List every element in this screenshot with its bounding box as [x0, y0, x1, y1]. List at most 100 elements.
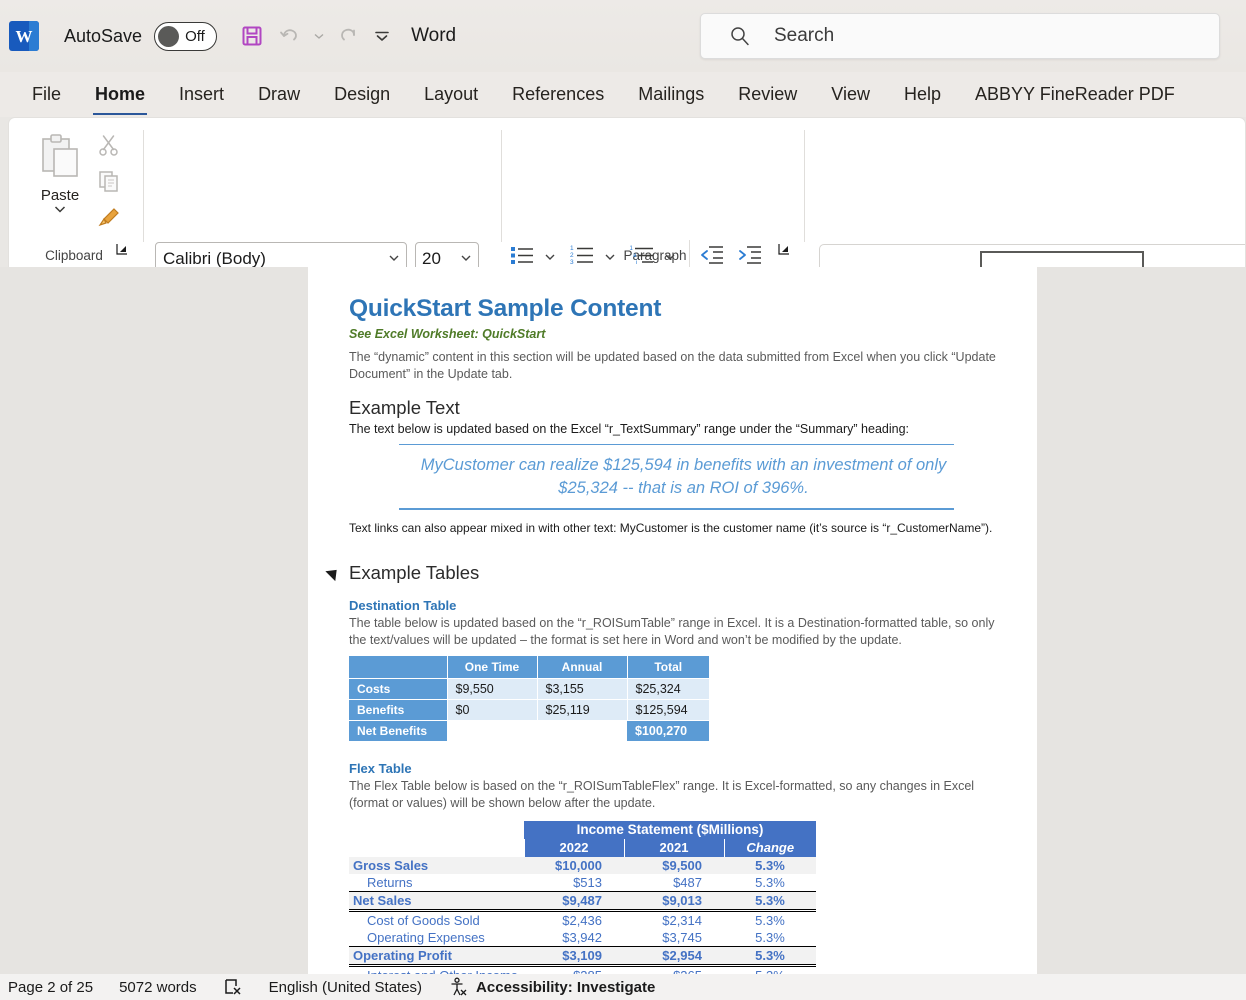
- flex-table-heading: Flex Table: [349, 761, 412, 777]
- table-row: Net Benefits $100,270: [349, 720, 709, 742]
- mixed-text-paragraph: Text links can also appear mixed in with…: [349, 520, 993, 535]
- ribbon-divider: [143, 130, 144, 242]
- word-logo-letter: W: [15, 26, 33, 46]
- numbered-list-button[interactable]: 123: [567, 243, 597, 267]
- tab-help[interactable]: Help: [890, 80, 955, 109]
- tab-design[interactable]: Design: [320, 80, 404, 109]
- tab-references[interactable]: References: [498, 80, 618, 109]
- flex-row-4-cell-1: $3,745: [662, 929, 702, 945]
- example-tables-heading: Example Tables: [349, 561, 480, 583]
- example-text-note: The text below is updated based on the E…: [349, 421, 910, 436]
- quote-text: MyCustomer can realize $125,594 in benef…: [420, 455, 947, 498]
- autosave-toggle[interactable]: Off: [154, 21, 218, 51]
- increase-indent-icon: [737, 244, 763, 268]
- tab-draw[interactable]: Draw: [244, 80, 314, 109]
- multilevel-list-chevron-down-icon[interactable]: [661, 243, 679, 267]
- status-page-number[interactable]: Page 2 of 25: [8, 979, 93, 996]
- flex-row-3-label: Cost of Goods Sold: [349, 908, 524, 929]
- document-page[interactable]: QuickStart Sample Content See Excel Work…: [308, 267, 1037, 1000]
- table-row: Returns $513 $487 5.3%: [349, 874, 816, 892]
- font-name-value: Calibri (Body): [163, 249, 266, 267]
- example-tables-heading-row: Example Tables: [325, 561, 1000, 584]
- destination-col-2: Annual: [537, 656, 628, 679]
- flex-row-0-cell-1: $9,500: [624, 856, 724, 874]
- table-row: Operating Expenses $3,942 $3,745 5.3%: [349, 929, 816, 947]
- status-accessibility[interactable]: Accessibility: Investigate: [476, 979, 655, 996]
- document-canvas[interactable]: QuickStart Sample Content See Excel Work…: [0, 267, 1246, 1000]
- flex-row-1-cell-0: $513: [573, 874, 602, 890]
- style-item-no-spacing[interactable]: No Spacing: [980, 251, 1144, 267]
- customize-quick-access-toolbar-icon[interactable]: [369, 19, 395, 53]
- quote-block: MyCustomer can realize $125,594 in benef…: [349, 443, 1000, 510]
- svg-text:a: a: [633, 253, 637, 259]
- font-size-combobox[interactable]: 20: [415, 242, 479, 267]
- svg-text:i: i: [636, 260, 637, 266]
- destination-row-0-cell-0: $9,550: [447, 678, 538, 700]
- search-box[interactable]: Search: [700, 13, 1220, 59]
- flex-spacer: [349, 820, 524, 839]
- bullet-list-icon: [509, 244, 535, 268]
- tab-mailings[interactable]: Mailings: [624, 80, 718, 109]
- tab-home[interactable]: Home: [81, 80, 159, 115]
- font-size-chevron-down-icon[interactable]: [460, 252, 478, 266]
- flex-row-0-label: Gross Sales: [349, 856, 524, 874]
- tab-layout[interactable]: Layout: [410, 80, 492, 109]
- destination-table-heading: Destination Table: [349, 597, 457, 613]
- tab-view[interactable]: View: [817, 80, 884, 109]
- flex-row-0-cell-2: 5.3%: [724, 856, 816, 874]
- flex-row-2-cell-0: $9,487: [524, 890, 624, 911]
- undo-dropdown-chevron-down-icon[interactable]: [311, 19, 327, 53]
- flex-table-note: The Flex Table below is based on the “r_…: [349, 779, 975, 811]
- tab-review[interactable]: Review: [724, 80, 811, 109]
- decrease-indent-button[interactable]: [697, 243, 727, 267]
- tab-insert[interactable]: Insert: [165, 80, 238, 109]
- destination-table[interactable]: One Time Annual Total Costs $9,550 $3,15…: [349, 656, 709, 742]
- paragraph-dialog-launcher-icon[interactable]: [777, 242, 791, 261]
- destination-row-1-cell-2: $125,594: [627, 699, 709, 721]
- bullet-list-chevron-down-icon[interactable]: [541, 243, 559, 267]
- table-row: Cost of Goods Sold $2,436 $2,314 5.3%: [349, 908, 816, 929]
- paste-button[interactable]: Paste: [31, 132, 89, 220]
- quick-access-toolbar: [235, 19, 395, 53]
- copy-button[interactable]: [93, 168, 125, 198]
- accessibility-icon[interactable]: [448, 977, 468, 997]
- flex-col-2022: 2022: [523, 838, 624, 857]
- font-name-chevron-down-icon[interactable]: [388, 252, 406, 266]
- flex-table-title: Income Statement ($Millions): [524, 820, 816, 839]
- ribbon-divider: [689, 240, 690, 267]
- styles-gallery[interactable]: Normal No Spacing Headi: [819, 244, 1245, 267]
- collapse-triangle-icon[interactable]: [325, 564, 342, 581]
- tab-abbyy-finereader-pdf[interactable]: ABBYY FineReader PDF: [961, 80, 1189, 109]
- intro-paragraph: The “dynamic” content in this section wi…: [349, 350, 996, 382]
- ribbon-divider: [804, 130, 805, 242]
- flex-row-4-cell-2: 5.3%: [755, 929, 785, 945]
- paste-chevron-down-icon[interactable]: [31, 202, 89, 220]
- multilevel-list-icon: 1ai: [629, 244, 655, 268]
- format-painter-button[interactable]: [93, 204, 125, 234]
- style-item-normal[interactable]: Normal: [820, 251, 980, 267]
- page-title: QuickStart Sample Content: [349, 295, 662, 322]
- numbered-list-chevron-down-icon[interactable]: [601, 243, 619, 267]
- status-word-count[interactable]: 5072 words: [119, 979, 197, 996]
- save-icon[interactable]: [235, 19, 269, 53]
- tab-file[interactable]: File: [18, 80, 75, 109]
- status-language[interactable]: English (United States): [269, 979, 422, 996]
- clipboard-dialog-launcher-icon[interactable]: [115, 242, 129, 261]
- destination-row-1-cell-1: $25,119: [537, 699, 628, 721]
- flex-col-2021: 2021: [623, 838, 724, 857]
- flex-row-4-label: Operating Expenses: [367, 929, 485, 945]
- flex-table-title-row: Income Statement ($Millions): [349, 820, 816, 839]
- flex-row-5-label: Operating Profit: [349, 945, 524, 966]
- destination-row-2-cell-1: [537, 720, 627, 742]
- increase-indent-button[interactable]: [735, 243, 765, 267]
- flex-row-1-label: Returns: [367, 874, 413, 890]
- paste-icon: [37, 134, 83, 184]
- style-item-heading[interactable]: Headi: [1144, 251, 1245, 267]
- multilevel-list-button[interactable]: 1ai: [627, 243, 657, 267]
- undo-icon[interactable]: [273, 19, 307, 53]
- bullet-list-button[interactable]: [507, 243, 537, 267]
- cut-button[interactable]: [93, 132, 125, 162]
- redo-icon[interactable]: [331, 19, 365, 53]
- font-name-combobox[interactable]: Calibri (Body): [155, 242, 407, 267]
- proofing-errors-icon[interactable]: [223, 977, 243, 997]
